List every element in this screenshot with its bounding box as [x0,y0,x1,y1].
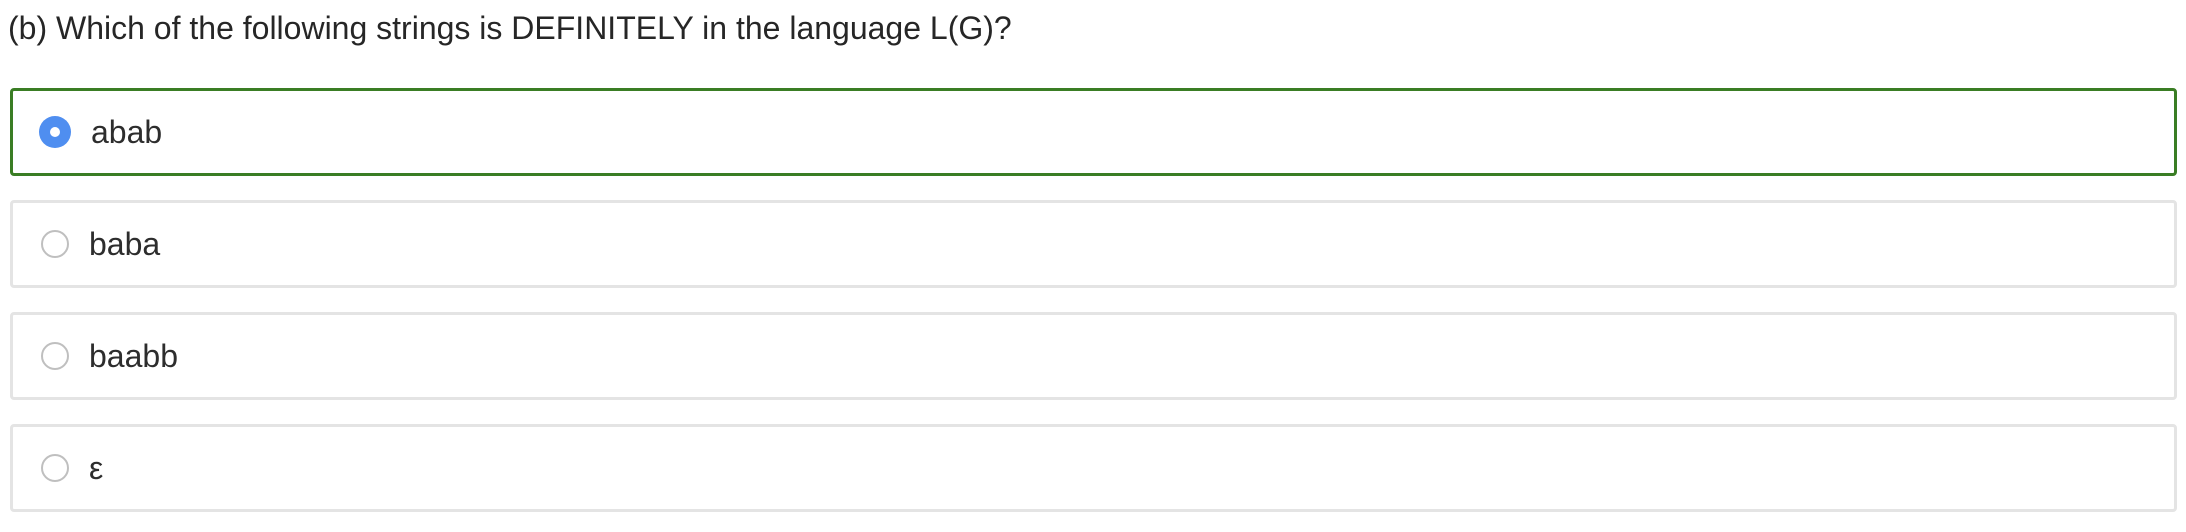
radio-button[interactable] [41,342,69,370]
answer-option-label: abab [91,114,163,150]
radio-button-selected[interactable] [39,116,71,148]
answer-option-baabb[interactable]: baabb [10,312,2177,400]
answer-option-label: baabb [89,338,178,374]
answer-option-label: baba [89,226,161,262]
radio-button[interactable] [41,454,69,482]
question-text: (b) Which of the following strings is DE… [8,10,1012,46]
answer-option-abab[interactable]: abab [10,88,2177,176]
answer-option-baba[interactable]: baba [10,200,2177,288]
radio-button[interactable] [41,230,69,258]
answer-option-label: ε [89,450,104,486]
answer-option-epsilon[interactable]: ε [10,424,2177,512]
